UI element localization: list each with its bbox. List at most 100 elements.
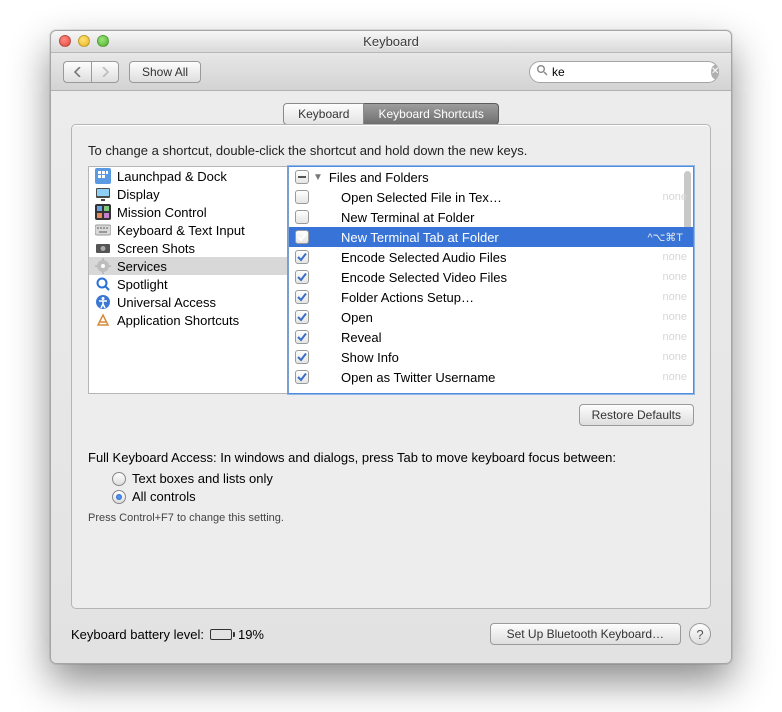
radio-group: Text boxes and lists only All controls bbox=[112, 471, 694, 504]
launchpad-icon bbox=[95, 168, 111, 184]
category-item-keyboard[interactable]: Keyboard & Text Input bbox=[89, 221, 287, 239]
shortcut-row[interactable]: Encode Selected Video Files none bbox=[289, 267, 693, 287]
category-item-launchpad[interactable]: Launchpad & Dock bbox=[89, 167, 287, 185]
category-item-services[interactable]: Services bbox=[89, 257, 287, 275]
battery-label: Keyboard battery level: bbox=[71, 627, 204, 642]
shortcut-label: Folder Actions Setup… bbox=[341, 290, 659, 305]
radio-icon bbox=[112, 472, 126, 486]
category-item-apps[interactable]: Application Shortcuts bbox=[89, 311, 287, 329]
shortcut-label: New Terminal at Folder bbox=[341, 210, 687, 225]
category-label: Application Shortcuts bbox=[117, 313, 239, 328]
shortcut-checkbox[interactable] bbox=[295, 250, 309, 264]
shortcut-row[interactable]: Open Selected File in Tex…none bbox=[289, 187, 693, 207]
content-area: Keyboard Keyboard Shortcuts To change a … bbox=[51, 91, 731, 623]
battery-icon bbox=[210, 629, 232, 640]
shortcut-value: ^⌥⌘T bbox=[647, 231, 683, 244]
traffic-lights bbox=[59, 35, 109, 47]
group-label: Files and Folders bbox=[329, 170, 687, 185]
nav-segment bbox=[63, 61, 119, 83]
group-checkbox[interactable] bbox=[295, 170, 309, 184]
clear-search-icon[interactable]: ✕ bbox=[711, 65, 719, 79]
restore-defaults-button[interactable]: Restore Defaults bbox=[579, 404, 694, 426]
services-icon bbox=[95, 258, 111, 274]
shortcut-checkbox[interactable] bbox=[295, 210, 309, 224]
shortcut-value: none bbox=[663, 291, 687, 303]
universal-icon bbox=[95, 294, 111, 310]
shortcut-label: Reveal bbox=[341, 330, 659, 345]
tab-bar: Keyboard Keyboard Shortcuts bbox=[71, 103, 711, 125]
category-item-screenshots[interactable]: Screen Shots bbox=[89, 239, 287, 257]
shortcut-checkbox[interactable] bbox=[295, 190, 309, 204]
shortcut-row[interactable]: New Terminal at Folder bbox=[289, 207, 693, 227]
screenshots-icon bbox=[95, 240, 111, 256]
window-title: Keyboard bbox=[363, 34, 419, 49]
forward-button[interactable] bbox=[91, 61, 119, 83]
shortcut-label: Encode Selected Audio Files bbox=[341, 250, 659, 265]
back-button[interactable] bbox=[63, 61, 91, 83]
category-label: Keyboard & Text Input bbox=[117, 223, 245, 238]
search-input[interactable] bbox=[552, 65, 707, 79]
shortcut-checkbox[interactable] bbox=[295, 310, 309, 324]
shortcut-value: none bbox=[663, 191, 687, 203]
category-item-spotlight[interactable]: Spotlight bbox=[89, 275, 287, 293]
shortcut-value: none bbox=[663, 311, 687, 323]
shortcut-row[interactable]: Encode Selected Audio Filesnone bbox=[289, 247, 693, 267]
category-item-mission[interactable]: Mission Control bbox=[89, 203, 287, 221]
search-field[interactable]: ✕ bbox=[529, 61, 719, 83]
category-label: Mission Control bbox=[117, 205, 207, 220]
tab-keyboard-shortcuts[interactable]: Keyboard Shortcuts bbox=[364, 103, 498, 125]
zoom-button[interactable] bbox=[97, 35, 109, 47]
category-label: Services bbox=[117, 259, 167, 274]
show-all-button[interactable]: Show All bbox=[129, 61, 201, 83]
close-button[interactable] bbox=[59, 35, 71, 47]
apps-icon bbox=[95, 312, 111, 328]
search-icon bbox=[536, 64, 548, 79]
keyboard-icon bbox=[95, 222, 111, 238]
shortcut-checkbox[interactable] bbox=[295, 330, 309, 344]
hint-text: Press Control+F7 to change this setting. bbox=[88, 512, 694, 524]
setup-bluetooth-button[interactable]: Set Up Bluetooth Keyboard… bbox=[490, 623, 681, 645]
category-label: Display bbox=[117, 187, 160, 202]
shortcut-value: none bbox=[663, 271, 687, 283]
instructions-text: To change a shortcut, double-click the s… bbox=[88, 143, 694, 158]
category-item-display[interactable]: Display bbox=[89, 185, 287, 203]
radio-label: All controls bbox=[132, 489, 196, 504]
category-label: Launchpad & Dock bbox=[117, 169, 227, 184]
shortcut-value: none bbox=[663, 331, 687, 343]
category-list[interactable]: Launchpad & Dock Display Mission Control Ke… bbox=[88, 166, 288, 394]
shortcut-list[interactable]: ▼ Files and Folders Open Selected File in … bbox=[288, 166, 694, 394]
toolbar: Show All ✕ bbox=[51, 53, 731, 91]
radio-label: Text boxes and lists only bbox=[132, 471, 273, 486]
shortcut-row[interactable]: Open as Twitter Usernamenone bbox=[289, 367, 693, 387]
help-button[interactable]: ? bbox=[689, 623, 711, 645]
shortcut-row[interactable]: Folder Actions Setup… none bbox=[289, 287, 693, 307]
tab-keyboard[interactable]: Keyboard bbox=[283, 103, 364, 125]
split-view: Launchpad & Dock Display Mission Control Ke… bbox=[88, 166, 694, 394]
shortcut-checkbox[interactable] bbox=[295, 370, 309, 384]
disclosure-triangle-icon[interactable]: ▼ bbox=[313, 172, 323, 183]
category-label: Screen Shots bbox=[117, 241, 195, 256]
battery-status: Keyboard battery level: 19% bbox=[71, 627, 264, 642]
shortcut-row[interactable]: New Terminal Tab at Folder ^⌥⌘T bbox=[289, 227, 693, 247]
shortcut-label: New Terminal Tab at Folder bbox=[341, 230, 643, 245]
footer: Keyboard battery level: 19% Set Up Bluet… bbox=[51, 623, 731, 663]
shortcut-row[interactable]: Opennone bbox=[289, 307, 693, 327]
shortcut-checkbox[interactable] bbox=[295, 270, 309, 284]
titlebar: Keyboard bbox=[51, 31, 731, 53]
group-header-row[interactable]: ▼ Files and Folders bbox=[289, 167, 693, 187]
shortcut-row[interactable]: Show Infonone bbox=[289, 347, 693, 367]
shortcut-row[interactable]: Reveal none bbox=[289, 327, 693, 347]
shortcut-label: Open as Twitter Username bbox=[341, 370, 659, 385]
shortcut-label: Show Info bbox=[341, 350, 659, 365]
shortcut-checkbox[interactable] bbox=[295, 350, 309, 364]
battery-percent: 19% bbox=[238, 627, 264, 642]
full-keyboard-access-label: Full Keyboard Access: In windows and dia… bbox=[88, 450, 694, 465]
shortcut-label: Encode Selected Video Files bbox=[341, 270, 659, 285]
minimize-button[interactable] bbox=[78, 35, 90, 47]
radio-all-controls[interactable]: All controls bbox=[112, 489, 694, 504]
shortcut-checkbox[interactable] bbox=[295, 290, 309, 304]
category-label: Universal Access bbox=[117, 295, 216, 310]
shortcut-checkbox[interactable] bbox=[295, 230, 309, 244]
category-item-universal[interactable]: Universal Access bbox=[89, 293, 287, 311]
radio-text-boxes-only[interactable]: Text boxes and lists only bbox=[112, 471, 694, 486]
